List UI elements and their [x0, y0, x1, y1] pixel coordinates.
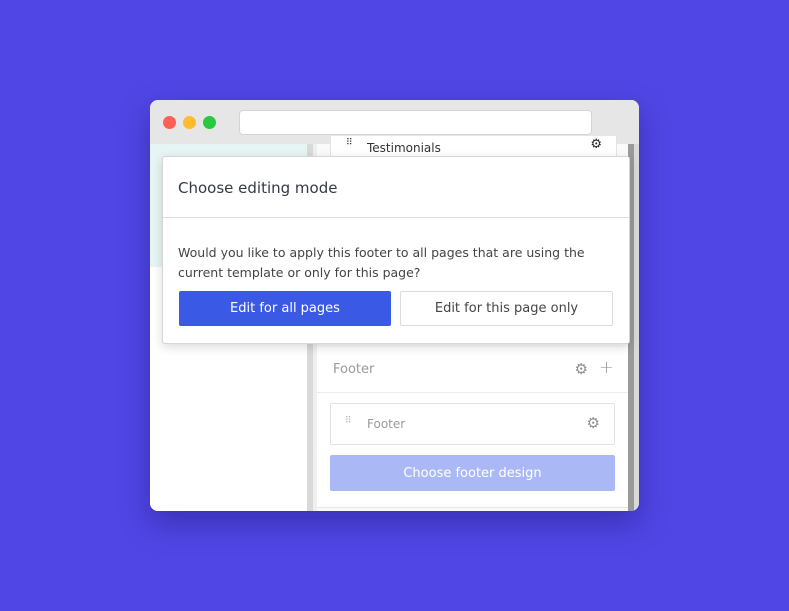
editing-mode-dialog: Choose editing mode Would you like to ap…: [162, 156, 630, 344]
section-item-testimonials[interactable]: ⠿ Testimonials ⚙: [330, 136, 617, 157]
dialog-title: Choose editing mode: [178, 179, 338, 197]
edit-this-page-only-button[interactable]: Edit for this page only: [400, 291, 613, 326]
maximize-window-button[interactable]: [203, 116, 216, 129]
dialog-message: Would you like to apply this footer to a…: [178, 245, 585, 280]
section-item-footer[interactable]: ⠿ Footer ⚙: [330, 403, 615, 445]
edit-all-pages-button[interactable]: Edit for all pages: [179, 291, 391, 326]
section-item-label: Testimonials: [367, 141, 441, 155]
choose-footer-design-button[interactable]: Choose footer design: [330, 455, 615, 491]
drag-handle-icon[interactable]: ⠿: [346, 138, 353, 148]
plus-icon[interactable]: +: [599, 357, 614, 378]
scrollbar-track[interactable]: [634, 144, 639, 511]
gear-icon[interactable]: ⚙: [575, 360, 588, 378]
footer-section: Footer ⚙ + ⠿ Footer ⚙ Choose footer desi…: [317, 347, 628, 508]
drag-handle-icon[interactable]: ⠿: [345, 416, 352, 426]
address-bar[interactable]: [239, 110, 592, 135]
footer-section-header: Footer ⚙ +: [317, 347, 628, 393]
footer-section-title: Footer: [333, 362, 375, 377]
close-window-button[interactable]: [163, 116, 176, 129]
section-item-label: Footer: [367, 417, 406, 431]
dialog-header: Choose editing mode: [163, 157, 629, 218]
minimize-window-button[interactable]: [183, 116, 196, 129]
gear-icon[interactable]: ⚙: [590, 137, 602, 152]
gear-icon[interactable]: ⚙: [587, 414, 600, 432]
